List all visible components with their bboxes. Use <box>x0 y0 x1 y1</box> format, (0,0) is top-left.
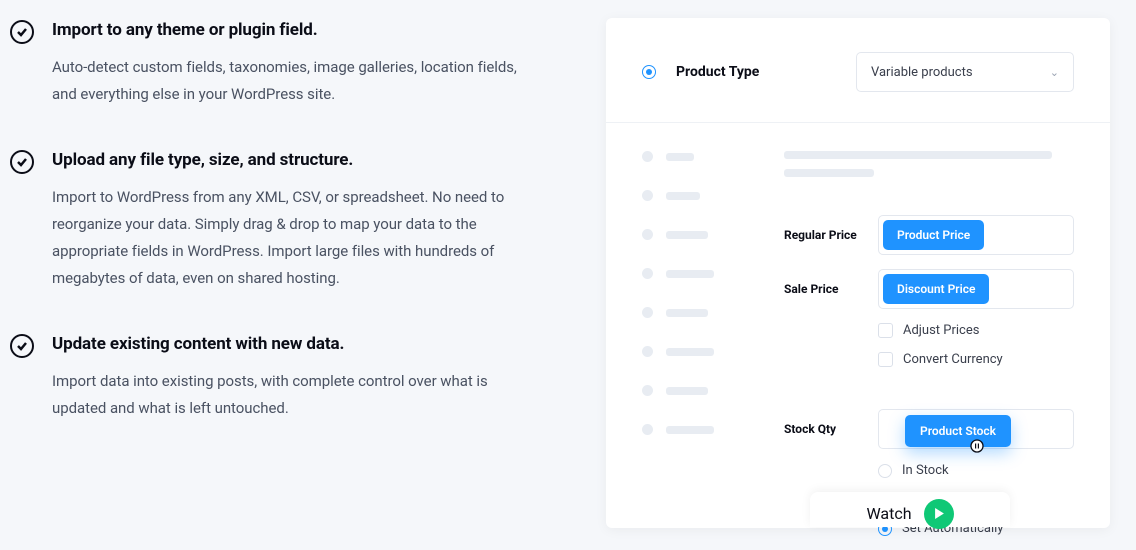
sale-price-row: Sale Price Discount Price <box>784 269 1074 309</box>
check-circle-icon <box>10 150 34 174</box>
feature-description: Import data into existing posts, with co… <box>52 368 530 422</box>
convert-currency-option[interactable]: Convert Currency <box>784 352 1074 367</box>
radio-selected-icon[interactable] <box>642 65 656 79</box>
panel-content: Regular Price Product Price Sale Price D… <box>752 151 1110 550</box>
radio-empty-icon[interactable] <box>878 464 892 478</box>
sale-price-field[interactable]: Discount Price <box>878 269 1074 309</box>
adjust-prices-option[interactable]: Adjust Prices <box>784 323 1074 338</box>
watch-label: Watch <box>866 504 911 523</box>
play-icon[interactable] <box>924 499 954 529</box>
option-label: Convert Currency <box>903 352 1003 367</box>
radio-label: In Stock <box>902 463 949 478</box>
product-panel: Product Type Variable products ⌄ Regular… <box>606 18 1110 528</box>
feature-title: Update existing content with new data. <box>52 334 530 354</box>
checkbox-icon[interactable] <box>878 323 893 338</box>
feature-title: Upload any file type, size, and structur… <box>52 150 530 170</box>
field-label: Stock Qty <box>784 422 878 436</box>
feature-description: Import to WordPress from any XML, CSV, o… <box>52 184 530 292</box>
cursor-icon <box>969 438 985 458</box>
skeleton-line <box>784 169 874 177</box>
regular-price-field[interactable]: Product Price <box>878 215 1074 255</box>
sidebar-skeleton <box>642 151 752 550</box>
feature-item: Import to any theme or plugin field. Aut… <box>10 20 530 108</box>
select-value: Variable products <box>871 65 973 80</box>
field-label: Sale Price <box>784 282 878 296</box>
feature-item: Update existing content with new data. I… <box>10 334 530 422</box>
feature-item: Upload any file type, size, and structur… <box>10 150 530 292</box>
panel-title: Product Type <box>676 64 856 80</box>
regular-price-row: Regular Price Product Price <box>784 215 1074 255</box>
product-price-tag[interactable]: Product Price <box>883 220 984 250</box>
skeleton-line <box>784 151 1052 159</box>
panel-header: Product Type Variable products ⌄ <box>606 18 1110 123</box>
check-circle-icon <box>10 334 34 358</box>
stock-qty-field[interactable]: Product Stock <box>878 409 1074 449</box>
product-stock-tag[interactable]: Product Stock <box>905 415 1011 447</box>
option-label: Adjust Prices <box>903 323 979 338</box>
checkbox-icon[interactable] <box>878 352 893 367</box>
feature-title: Import to any theme or plugin field. <box>52 20 530 40</box>
product-type-select[interactable]: Variable products ⌄ <box>856 52 1074 92</box>
field-label: Regular Price <box>784 228 878 242</box>
discount-price-tag[interactable]: Discount Price <box>883 274 989 304</box>
features-list: Import to any theme or plugin field. Aut… <box>10 20 530 464</box>
stock-qty-row: Stock Qty Product Stock <box>784 409 1074 449</box>
in-stock-radio[interactable]: In Stock <box>784 463 1074 478</box>
check-circle-icon <box>10 20 34 44</box>
feature-description: Auto-detect custom fields, taxonomies, i… <box>52 54 530 108</box>
watch-button[interactable]: Watch <box>810 492 1010 527</box>
chevron-down-icon: ⌄ <box>1050 66 1059 79</box>
